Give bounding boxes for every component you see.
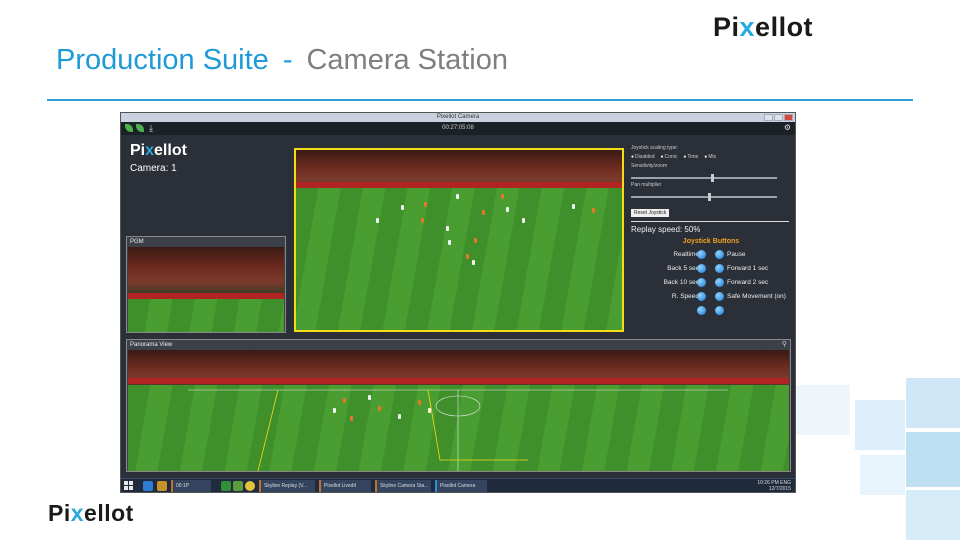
gear-icon[interactable]: ⚙	[784, 123, 791, 132]
joystick-button-grid: Realtime Pause Back 5 sec Forward 1 sec …	[631, 248, 791, 318]
timecode: 00:27:05:08	[442, 125, 474, 131]
joystick-button[interactable]	[715, 292, 724, 301]
window-title: Pixellot Camera	[436, 114, 480, 120]
joystick-button[interactable]	[715, 264, 724, 273]
joystick-row: R. Speed Safe Movement (on)	[631, 290, 791, 304]
taskbar-task[interactable]: 00:1P	[171, 480, 211, 492]
joystick-button[interactable]	[697, 264, 706, 273]
decor-square	[906, 490, 960, 540]
sensitivity-slider[interactable]	[631, 174, 777, 182]
title-separator: -	[282, 44, 293, 76]
minimize-button[interactable]	[764, 114, 773, 121]
slider-knob[interactable]	[708, 193, 712, 201]
app-icon[interactable]	[233, 481, 243, 491]
joystick-button[interactable]	[697, 278, 706, 287]
decor-square	[906, 378, 960, 428]
system-tray[interactable]: 10:26 PM ENG 12/7/2015	[757, 480, 791, 492]
radio-scaling-option[interactable]: Disabled	[631, 154, 654, 160]
joystick-button[interactable]	[715, 278, 724, 287]
joystick-left-label: R. Speed	[671, 293, 699, 300]
panorama-label: Panorama View	[130, 342, 173, 348]
pan-slider[interactable]	[631, 193, 777, 201]
taskbar-task[interactable]: Pixellot Camera	[435, 480, 487, 492]
chrome-icon[interactable]	[245, 481, 255, 491]
joystick-left-label: Back 10 sec	[663, 279, 699, 286]
page-title: Production Suite - Camera Station	[56, 44, 508, 77]
app-toolbar: ⤓ 00:27:05:08 ⚙	[121, 122, 795, 135]
decor-square	[860, 455, 905, 495]
title-main: Production Suite	[56, 44, 269, 76]
taskbar-task[interactable]: Pixellot Livedit	[319, 480, 371, 492]
replay-speed: Replay speed: 50%	[631, 225, 701, 234]
joystick-right-label: Pause	[727, 251, 746, 258]
camera-label: Camera: 1	[130, 163, 177, 174]
decor-square	[906, 432, 960, 487]
title-rule	[47, 99, 913, 101]
main-video	[296, 150, 622, 330]
pgm-label: PGM	[130, 239, 144, 245]
slider-knob[interactable]	[711, 174, 715, 182]
pgm-video	[128, 247, 284, 332]
panorama-view[interactable]: Panorama View ⚲	[126, 339, 791, 472]
radio-scaling-option[interactable]: Conic	[661, 154, 678, 160]
taskbar-task[interactable]: Skyline Camera Sta...	[375, 480, 431, 492]
radio-scaling-option[interactable]: Time	[683, 154, 698, 160]
pgm-preview[interactable]: PGM	[126, 236, 286, 333]
maximize-button[interactable]	[774, 114, 783, 121]
app-logo: Pixellot	[130, 142, 187, 159]
joystick-button[interactable]	[697, 306, 706, 315]
close-button[interactable]	[784, 114, 793, 121]
os-taskbar: 00:1P Skyline Replay (V... Pixellot Live…	[121, 478, 795, 492]
joystick-left-label: Back 5 sec	[667, 265, 699, 272]
joystick-button[interactable]	[715, 250, 724, 259]
joystick-buttons-title: Joystick Buttons	[682, 238, 740, 245]
slider2-label: Pan multiplier	[631, 182, 662, 188]
decor-square	[790, 385, 850, 435]
joystick-right-label: Forward 1 sec	[727, 265, 769, 272]
window-titlebar: Pixellot Camera	[121, 113, 795, 122]
zoom-icon[interactable]: ⚲	[782, 340, 787, 348]
pixellot-logo-footer: Pixellot	[48, 500, 134, 526]
browser-icon[interactable]	[143, 481, 153, 491]
radio-scaling-option[interactable]: Mix	[704, 154, 716, 160]
joystick-left-label: Realtime	[673, 251, 699, 258]
joystick-right-label: Forward 2 sec	[727, 279, 769, 286]
spreadsheet-icon[interactable]	[221, 481, 231, 491]
main-camera-view[interactable]	[294, 148, 624, 332]
slide: Pixellot Production Suite - Camera Station…	[0, 0, 960, 540]
title-sub: Camera Station	[306, 44, 508, 76]
joystick-button[interactable]	[697, 292, 706, 301]
joystick-right-label: Safe Movement (on)	[727, 293, 786, 300]
joystick-row: Realtime Pause	[631, 248, 791, 262]
start-icon[interactable]	[124, 481, 134, 491]
slider1-label: Sensitivity/zoom	[631, 163, 668, 169]
taskbar-task[interactable]: Skyline Replay (V...	[259, 480, 315, 492]
joystick-scaling-label: Joystick scaling type:	[631, 145, 678, 151]
joystick-button[interactable]	[715, 306, 724, 315]
joystick-button[interactable]	[697, 250, 706, 259]
app-window: Pixellot Camera ⤓ 00:27:05:08 ⚙ Pixellot…	[120, 112, 796, 493]
joystick-row: Back 10 sec Forward 2 sec	[631, 276, 791, 290]
joystick-row	[631, 304, 791, 318]
folder-icon[interactable]	[157, 481, 167, 491]
tray-date: 12/7/2015	[768, 486, 791, 492]
decor-square	[855, 400, 905, 450]
control-panel: Joystick scaling type: Disabled Conic Ti…	[631, 145, 791, 335]
panorama-video	[128, 350, 789, 471]
pixellot-logo: Pixellot	[713, 12, 814, 42]
divider	[631, 221, 789, 222]
joystick-row: Back 5 sec Forward 1 sec	[631, 262, 791, 276]
scaling-type-radios: Disabled Conic Time Mix	[631, 154, 791, 160]
reset-joystick-button[interactable]: Reset Joystick	[631, 209, 670, 217]
